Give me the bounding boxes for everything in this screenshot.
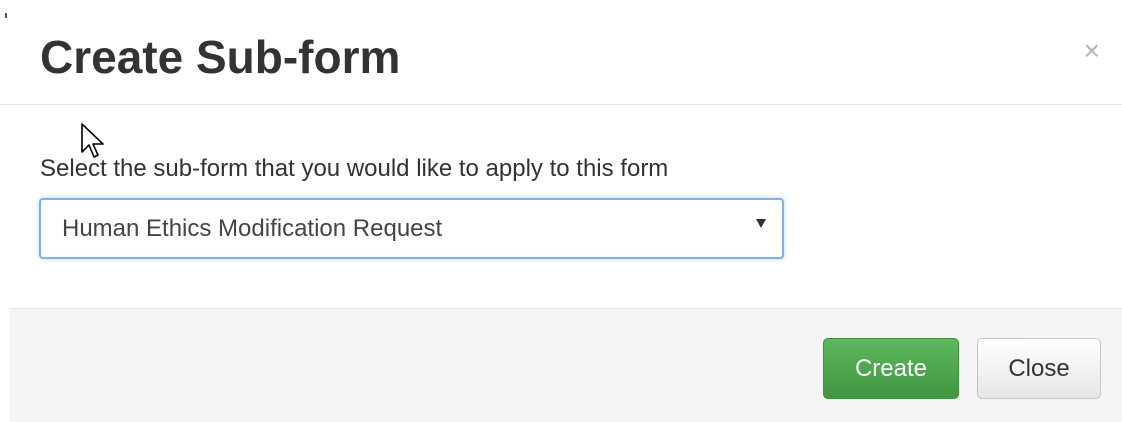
close-icon[interactable]: ×	[1084, 36, 1100, 66]
dialog-body: Select the sub-form that you would like …	[0, 105, 1122, 308]
dialog-header: Create Sub-form ×	[0, 0, 1122, 105]
dialog-footer: Create Close	[10, 308, 1122, 422]
dialog-title: Create Sub-form	[40, 31, 401, 83]
create-subform-dialog: Create Sub-form × Select the sub-form th…	[0, 0, 1122, 422]
chevron-down-icon	[756, 219, 766, 228]
subform-select[interactable]: Human Ethics Modification Request	[39, 198, 784, 259]
subform-prompt-label: Select the sub-form that you would like …	[40, 155, 669, 182]
mouse-pointer-icon	[81, 123, 104, 158]
subform-select-value: Human Ethics Modification Request	[62, 215, 443, 242]
close-button[interactable]: Close	[977, 338, 1101, 399]
create-button[interactable]: Create	[823, 338, 959, 399]
